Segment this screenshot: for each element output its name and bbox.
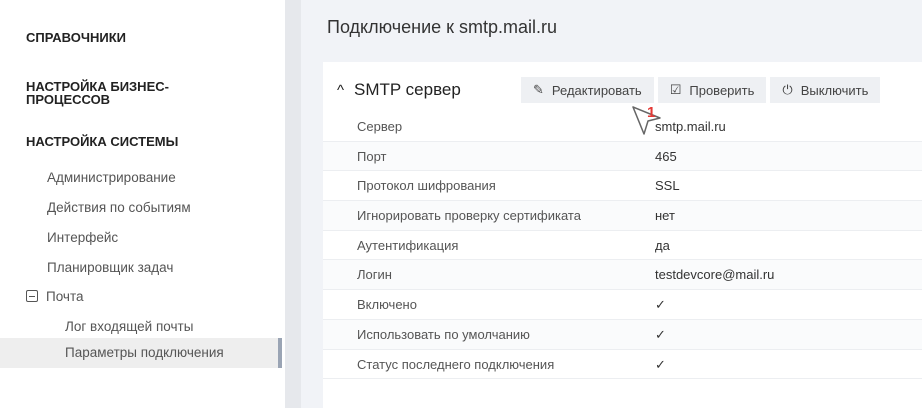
sidebar-item-task-scheduler[interactable]: Планировщик задач [47, 260, 173, 275]
row-key: Порт [357, 148, 387, 164]
check-icon: ✓ [655, 356, 666, 372]
card-title[interactable]: ^ SMTP сервер [337, 80, 461, 100]
table-row: Игнорировать проверку сертификата нет [323, 201, 922, 231]
row-key: Статус последнего подключения [357, 356, 555, 372]
table-row: Включено ✓ [323, 290, 922, 320]
table-row: Логин testdevcore@mail.ru [323, 260, 922, 291]
active-indicator [278, 338, 282, 368]
sidebar-item-incoming-mail-log[interactable]: Лог входящей почты [65, 319, 193, 334]
sidebar-divider [285, 0, 301, 408]
collapse-minus-icon[interactable] [26, 290, 38, 302]
row-value: SSL [655, 178, 680, 194]
disable-button-label: Выключить [800, 82, 869, 98]
row-value: да [655, 237, 670, 253]
chevron-up-icon[interactable]: ^ [337, 82, 344, 99]
table-row: Аутентификация да [323, 231, 922, 261]
sidebar-item-label: Почта [46, 289, 84, 304]
check-button-label: Проверить [689, 82, 755, 98]
disable-button[interactable]: ⏻ Выключить [770, 77, 881, 103]
smtp-card: ^ SMTP сервер ✎ Редактировать ☑ Проверить… [323, 62, 922, 408]
check-icon: ✓ [655, 326, 666, 342]
check-box-icon: ☑ [669, 82, 682, 97]
table-row: Статус последнего подключения ✓ [323, 350, 922, 380]
table-row: Порт 465 [323, 141, 922, 172]
row-value: testdevcore@mail.ru [655, 267, 775, 283]
table-row: Использовать по умолчанию ✓ [323, 319, 922, 350]
sidebar-section-label: НАСТРОЙКА СИСТЕМЫ [26, 134, 179, 149]
row-key: Использовать по умолчанию [357, 326, 530, 342]
check-icon: ✓ [655, 297, 666, 313]
sidebar-section-label: НАСТРОЙКА БИЗНЕС- ПРОЦЕССОВ [26, 79, 169, 107]
sidebar-item-mail[interactable]: Почта [26, 289, 84, 304]
properties-table: Сервер smtp.mail.ru Порт 465 Протокол шифр… [323, 112, 922, 380]
table-row: Протокол шифрования SSL [323, 171, 922, 202]
row-key: Сервер [357, 119, 403, 134]
sidebar-item-event-actions[interactable]: Действия по событиям [47, 200, 191, 215]
main-content: Подключение к smtp.mail.ru ^ SMTP сервер … [301, 0, 922, 408]
table-row: Сервер smtp.mail.ru [323, 112, 922, 142]
row-value: 465 [655, 148, 677, 164]
power-icon: ⏻ [782, 82, 793, 97]
row-value: нет [655, 208, 675, 224]
row-key: Логин [357, 267, 392, 283]
row-key: Игнорировать проверку сертификата [357, 208, 581, 224]
card-toolbar: ✎ Редактировать ☑ Проверить ⏻ Выключить [521, 77, 884, 103]
card-title-text: SMTP сервер [354, 80, 461, 99]
edit-button-label: Редактировать [551, 82, 642, 98]
annotation-number: 1 [647, 104, 656, 121]
sidebar-item-administration[interactable]: Администрирование [47, 170, 176, 185]
page-title: Подключение к smtp.mail.ru [327, 17, 558, 37]
sidebar-section-label: СПРАВОЧНИКИ [26, 30, 126, 45]
edit-button[interactable]: ✎ Редактировать [521, 77, 654, 103]
sidebar-item-connection-params[interactable]: Параметры подключения [0, 338, 278, 368]
sidebar-item-interface[interactable]: Интерфейс [47, 230, 118, 245]
sidebar: СПРАВОЧНИКИ ⌄ НАСТРОЙКА БИЗНЕС- ПРОЦЕССО… [0, 0, 297, 408]
pencil-icon: ✎ [533, 82, 544, 97]
row-key: Включено [357, 297, 417, 313]
row-key: Аутентификация [357, 237, 459, 253]
check-button[interactable]: ☑ Проверить [657, 77, 767, 103]
row-key: Протокол шифрования [357, 178, 496, 194]
